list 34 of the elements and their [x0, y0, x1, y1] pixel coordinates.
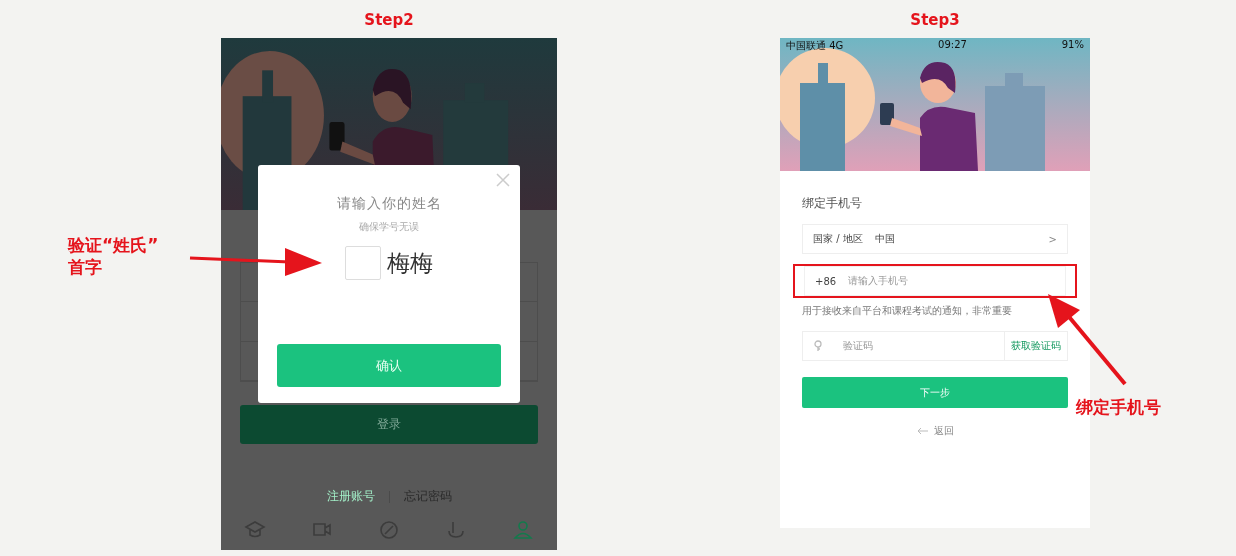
surname-input-field[interactable]	[345, 246, 381, 280]
given-name-text: 梅梅	[387, 248, 433, 278]
back-link[interactable]: 返回	[802, 424, 1068, 438]
helper-text: 用于接收来自平台和课程考试的通知，非常重要	[802, 304, 1013, 318]
form-heading: 绑定手机号	[802, 195, 863, 212]
placeholder-text: 请输入手机号	[848, 274, 909, 288]
get-code-button[interactable]: 获取验证码	[1004, 332, 1067, 360]
status-time: 09:27	[938, 39, 967, 52]
back-text: 返回	[933, 424, 954, 438]
carrier-text: 中国联通 4G	[786, 39, 844, 53]
region-selector[interactable]: 国家 / 地区 中国 >	[802, 224, 1068, 254]
register-link[interactable]: 注册账号	[326, 488, 375, 505]
annotation-text: 绑定手机号	[1076, 396, 1161, 418]
confirm-button[interactable]: 确认	[277, 344, 501, 387]
step-title: Step3	[910, 10, 960, 31]
next-button[interactable]: 下一步	[802, 377, 1068, 408]
left-arrow-icon	[916, 427, 929, 435]
annotation-text: 验证“姓氏” 首字	[68, 234, 159, 278]
key-icon	[813, 340, 823, 352]
battery-text: 91%	[1061, 39, 1084, 52]
code-input-field[interactable]: 验证码 获取验证码	[802, 331, 1068, 361]
region-value: 中国	[874, 232, 895, 246]
dialog-title: 请输入你的姓名	[336, 195, 442, 213]
close-icon[interactable]	[496, 173, 510, 187]
code-placeholder: 验证码	[843, 339, 873, 353]
login-button[interactable]: 登录	[240, 405, 538, 444]
region-label: 国家 / 地区	[813, 232, 863, 246]
phone-input-field[interactable]: +86 请输入手机号	[804, 266, 1066, 296]
step-title: Step2	[364, 10, 414, 31]
tab-icon[interactable]	[377, 519, 400, 541]
tab-icon[interactable]	[512, 519, 535, 541]
country-code: +86	[815, 275, 837, 287]
chevron-text: >	[1048, 233, 1057, 245]
dialog-subtitle: 确保学号无误	[359, 220, 419, 234]
